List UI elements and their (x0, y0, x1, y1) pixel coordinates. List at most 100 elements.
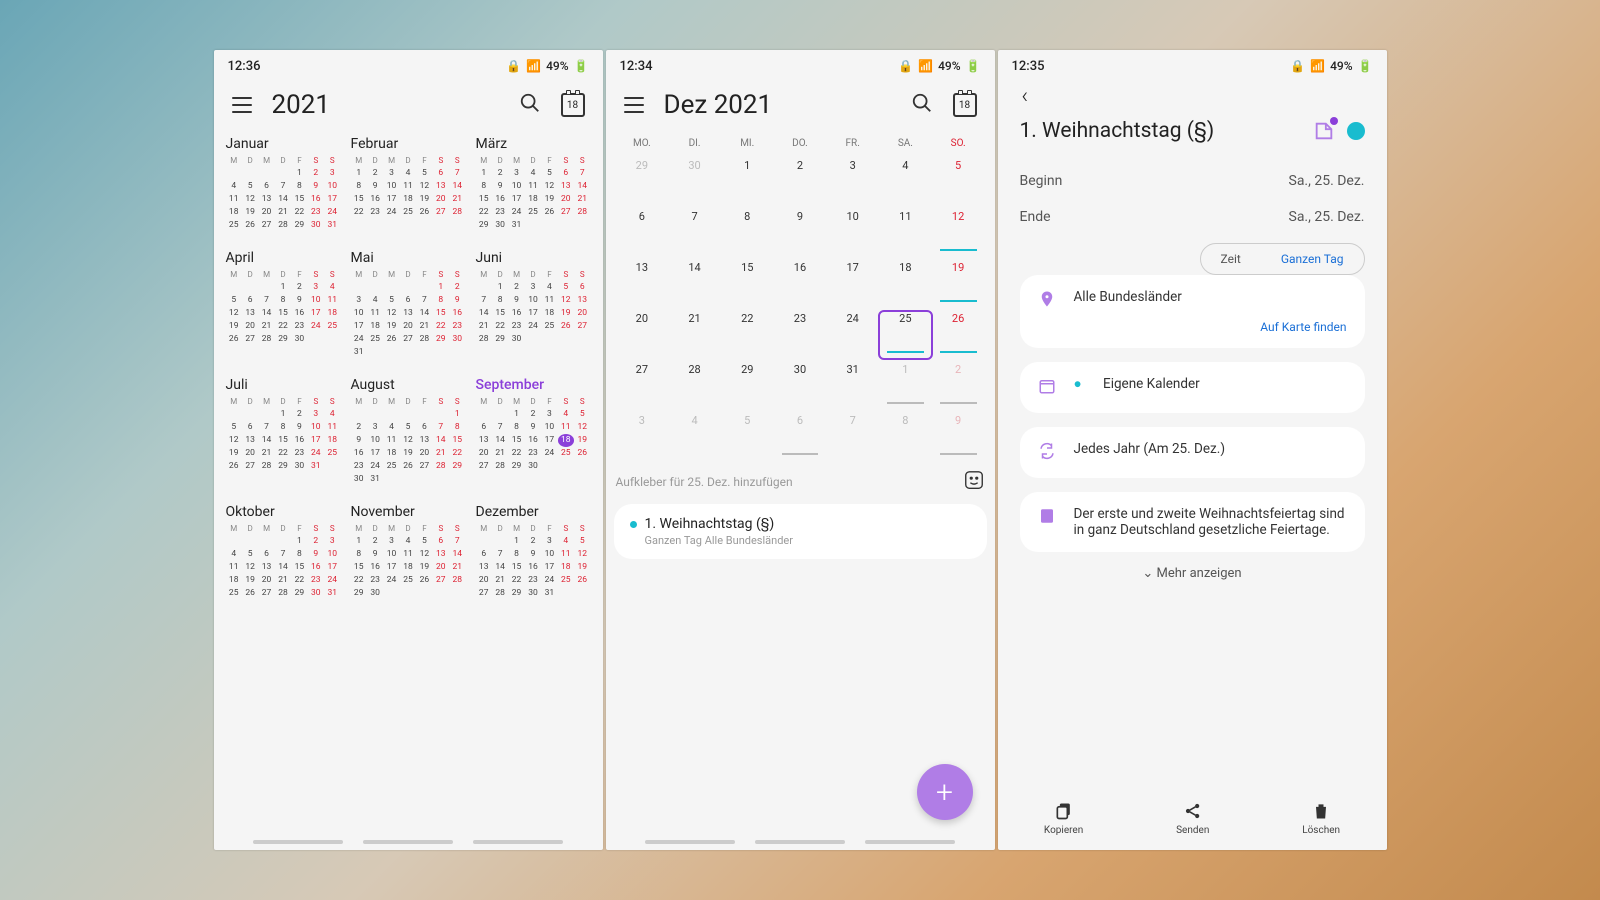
day-cell[interactable]: 22 (721, 308, 774, 359)
begin-row[interactable]: Beginn Sa., 25. Dez. (1020, 163, 1365, 199)
calendar-name: Eigene Kalender (1103, 376, 1200, 392)
day-cell[interactable]: 3 (616, 410, 669, 461)
send-button[interactable]: Senden (1176, 801, 1209, 836)
sticker-icon[interactable] (1313, 120, 1335, 142)
mini-month-august[interactable]: AugustMDMDFSS123456789101112131415161718… (351, 377, 466, 486)
copy-button[interactable]: Kopieren (1044, 801, 1083, 836)
status-time: 12:35 (1012, 59, 1045, 74)
day-cell[interactable]: 2 (932, 359, 985, 410)
mini-month-september[interactable]: SeptemberMDMDFSS123456789101112131415161… (476, 377, 591, 486)
mini-month-märz[interactable]: MärzMDMDFSS12345678910111213141516171819… (476, 136, 591, 232)
day-cell[interactable]: 15 (721, 257, 774, 308)
mini-month-mai[interactable]: MaiMDMDFSS123456789101112131415161718192… (351, 250, 466, 359)
day-cell[interactable]: 18 (879, 257, 932, 308)
day-cell[interactable]: 31 (826, 359, 879, 410)
day-cell[interactable]: 7 (668, 206, 721, 257)
day-cell[interactable]: 24 (826, 308, 879, 359)
mini-month-oktober[interactable]: OktoberMDMDFSS12345678910111213141516171… (226, 504, 341, 600)
today-icon[interactable]: 18 (561, 93, 585, 117)
delete-button[interactable]: Löschen (1302, 801, 1340, 836)
day-cell[interactable]: 17 (826, 257, 879, 308)
day-cell[interactable]: 28 (668, 359, 721, 410)
sticker-hint-bar[interactable]: Aufkleber für 25. Dez. hinzufügen (606, 461, 995, 496)
day-cell[interactable]: 19 (932, 257, 985, 308)
day-cell[interactable]: 6 (616, 206, 669, 257)
app-bar: Dez 2021 18 (606, 80, 995, 124)
wifi-icon: 📶 (526, 59, 541, 73)
phone-month-view: 12:34 🔒 📶 49% 🔋 Dez 2021 18 MO.DI.MI.DO.… (606, 50, 995, 850)
sticker-hint-text: Aufkleber für 25. Dez. hinzufügen (616, 475, 793, 489)
menu-icon[interactable] (624, 97, 644, 113)
lock-icon: 🔒 (898, 59, 913, 73)
day-cell[interactable]: 11 (879, 206, 932, 257)
day-cell[interactable]: 1 (879, 359, 932, 410)
phone-event-detail: 12:35 🔒 📶 49% 🔋 ‹ 1. Weihnachtstag (§) B… (998, 50, 1387, 850)
day-cell[interactable]: 8 (721, 206, 774, 257)
menu-icon[interactable] (232, 97, 252, 113)
calendar-card[interactable]: ● Eigene Kalender (1020, 362, 1365, 413)
android-nav-bar (214, 840, 603, 850)
day-cell[interactable]: 29 (721, 359, 774, 410)
day-cell[interactable]: 13 (616, 257, 669, 308)
repeat-card[interactable]: Jedes Jahr (Am 25. Dez.) (1020, 427, 1365, 478)
day-cell[interactable]: 16 (774, 257, 827, 308)
day-cell[interactable]: 4 (879, 155, 932, 206)
day-cell[interactable]: 9 (932, 410, 985, 461)
day-cell[interactable]: 2 (774, 155, 827, 206)
day-cell[interactable]: 26 (932, 308, 985, 359)
location-card[interactable]: Alle Bundesländer Auf Karte finden (1020, 275, 1365, 348)
event-card[interactable]: 1. Weihnachtstag (§) Ganzen Tag Alle Bun… (614, 504, 987, 559)
day-cell[interactable]: 3 (826, 155, 879, 206)
sticker-icon[interactable] (963, 469, 985, 494)
action-bar: Kopieren Senden Löschen (998, 795, 1387, 842)
mini-month-juni[interactable]: JuniMDMDFSS12345678910111213141516171819… (476, 250, 591, 359)
note-icon (1038, 507, 1056, 529)
search-icon[interactable] (519, 92, 541, 118)
day-cell[interactable]: 5 (932, 155, 985, 206)
day-cell[interactable]: 7 (826, 410, 879, 461)
day-cell[interactable]: 20 (616, 308, 669, 359)
begin-value: Sa., 25. Dez. (1289, 173, 1365, 189)
year-title[interactable]: 2021 (272, 90, 330, 120)
mini-month-dezember[interactable]: DezemberMDMDFSS1234567891011121314151617… (476, 504, 591, 600)
day-cell[interactable]: 4 (668, 410, 721, 461)
day-cell[interactable]: 9 (774, 206, 827, 257)
day-cell[interactable]: 5 (721, 410, 774, 461)
mini-month-juli[interactable]: JuliMDMDFSS12345678910111213141516171819… (226, 377, 341, 486)
mini-month-april[interactable]: AprilMDMDFSS1234567891011121314151617181… (226, 250, 341, 359)
battery-icon: 🔋 (966, 59, 981, 73)
show-more[interactable]: ⌄ Mehr anzeigen (1020, 566, 1365, 581)
day-cell[interactable]: 10 (826, 206, 879, 257)
day-cell[interactable]: 21 (668, 308, 721, 359)
mini-month-november[interactable]: NovemberMDMDFSS1234567891011121314151617… (351, 504, 466, 600)
day-cell[interactable]: 30 (774, 359, 827, 410)
day-cell[interactable]: 12 (932, 206, 985, 257)
back-icon[interactable]: ‹ (1020, 80, 1365, 117)
day-cell[interactable]: 8 (879, 410, 932, 461)
mini-month-januar[interactable]: JanuarMDMDFSS123456789101112131415161718… (226, 136, 341, 232)
day-cell[interactable]: 27 (616, 359, 669, 410)
note-card[interactable]: Der erste und zweite Weihnachtsfeiertag … (1020, 492, 1365, 552)
pill-allday[interactable]: Ganzen Tag (1261, 244, 1364, 274)
search-icon[interactable] (911, 92, 933, 118)
status-bar: 12:36 🔒 📶 49% 🔋 (214, 50, 603, 80)
day-cell[interactable]: 25 (879, 308, 932, 359)
mini-month-februar[interactable]: FebruarMDMDFSS12345678910111213141516171… (351, 136, 466, 232)
end-row[interactable]: Ende Sa., 25. Dez. (1020, 199, 1365, 235)
battery-icon: 🔋 (1358, 59, 1373, 73)
day-cell[interactable]: 14 (668, 257, 721, 308)
allday-toggle[interactable]: Zeit Ganzen Tag (1200, 243, 1365, 275)
status-time: 12:36 (228, 59, 261, 74)
today-icon[interactable]: 18 (953, 93, 977, 117)
month-title[interactable]: Dez 2021 (664, 90, 773, 120)
month-grid: MO.DI.MI.DO.FR.SA.SO.2930123456789101112… (606, 132, 995, 461)
pill-time[interactable]: Zeit (1201, 244, 1261, 274)
day-cell[interactable]: 1 (721, 155, 774, 206)
day-cell[interactable]: 6 (774, 410, 827, 461)
day-cell[interactable]: 23 (774, 308, 827, 359)
day-cell[interactable]: 30 (668, 155, 721, 206)
add-event-fab[interactable]: + (917, 764, 973, 820)
map-link[interactable]: Auf Karte finden (1038, 320, 1347, 334)
color-dot[interactable] (1347, 122, 1365, 140)
day-cell[interactable]: 29 (616, 155, 669, 206)
